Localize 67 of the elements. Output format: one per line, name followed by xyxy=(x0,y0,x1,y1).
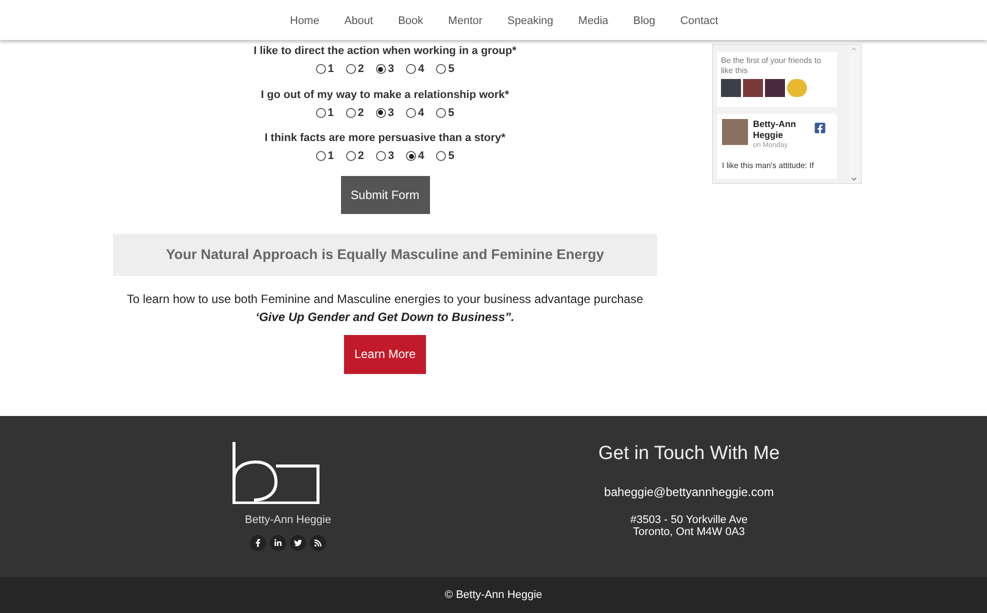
friends-text: Be the first of your friends to like this xyxy=(721,56,822,76)
avatar-placeholder xyxy=(722,119,748,145)
radio-button[interactable] xyxy=(346,108,356,118)
radio-button[interactable] xyxy=(406,108,416,118)
radio-button[interactable] xyxy=(436,151,446,162)
radio-button[interactable] xyxy=(316,64,326,74)
friend-photo-placeholder xyxy=(721,79,741,97)
radio-label: 1 xyxy=(328,106,334,120)
radio-label: 1 xyxy=(328,149,334,164)
post-author: Betty-Ann Heggie xyxy=(753,119,797,141)
radio-button[interactable] xyxy=(376,108,386,118)
radio-label: 3 xyxy=(388,62,394,77)
radio-button[interactable] xyxy=(406,64,416,74)
friend-photo-placeholder xyxy=(765,79,785,97)
twitter-icon[interactable] xyxy=(290,534,306,550)
post-text: I like this man's attitude: If xyxy=(722,160,815,172)
radio-button[interactable] xyxy=(406,151,416,162)
scroll-down-icon[interactable] xyxy=(850,175,858,183)
question-text: I like to direct the action when working in a group* xyxy=(254,44,516,59)
brand-name: Betty-Ann Heggie xyxy=(244,513,332,528)
radio-button[interactable] xyxy=(436,108,446,118)
result-heading: Your Natural Approach is Equally Masculine and Feminine Energy xyxy=(166,245,604,264)
learn-more-button[interactable]: Learn More xyxy=(344,334,426,374)
friend-photo-placeholder xyxy=(743,79,763,97)
radio-label: 5 xyxy=(448,62,454,77)
logo-icon xyxy=(232,442,322,504)
radio-button[interactable] xyxy=(376,151,386,162)
scrollbar[interactable] xyxy=(849,45,859,183)
nav-link[interactable]: Contact xyxy=(680,12,718,30)
address-line: Toronto, Ont M4W 0A3 xyxy=(633,526,745,538)
radio-button[interactable] xyxy=(316,108,326,118)
contact-heading: Get in Touch With Me xyxy=(598,442,780,466)
email-link[interactable]: baheggie@bettyannheggie.com xyxy=(604,482,774,500)
radio-button[interactable] xyxy=(316,151,326,162)
copyright-text: © Betty-Ann Heggie xyxy=(444,588,542,603)
nav-link[interactable]: Book xyxy=(398,12,424,30)
radio-label: 5 xyxy=(448,149,454,164)
question-text: I go out of my way to make a relationship work* xyxy=(260,88,510,102)
linkedin-icon[interactable] xyxy=(270,534,286,550)
radio-label: 4 xyxy=(418,106,424,120)
facebook-icon xyxy=(814,122,826,134)
friend-photo-placeholder xyxy=(787,79,807,97)
nav-link[interactable]: Mentor xyxy=(448,12,482,30)
nav-link[interactable]: Home xyxy=(290,12,320,30)
radio-label: 3 xyxy=(388,106,394,120)
radio-label: 2 xyxy=(358,106,364,120)
rss-icon[interactable] xyxy=(310,534,326,550)
address-line: #3503 - 50 Yorkville Ave xyxy=(630,514,748,526)
radio-label: 1 xyxy=(328,62,334,77)
radio-label: 3 xyxy=(388,149,394,164)
radio-label: 2 xyxy=(358,62,364,77)
nav-link[interactable]: About xyxy=(344,12,374,30)
radio-label: 4 xyxy=(418,149,424,164)
radio-button[interactable] xyxy=(436,64,446,74)
radio-label: 2 xyxy=(358,149,364,164)
facebook-icon[interactable] xyxy=(250,534,266,550)
radio-label: 5 xyxy=(448,106,454,120)
result-paragraph: To learn how to use both Feminine and Masculine energies to your business advantage purchase ‘Give Up Gender and Get Down to Business”. xyxy=(126,290,644,326)
radio-button[interactable] xyxy=(376,64,386,74)
radio-button[interactable] xyxy=(346,64,356,74)
radio-label: 4 xyxy=(418,62,424,77)
question-text: I think facts are more persuasive than a story* xyxy=(264,131,506,146)
nav-link[interactable]: Blog xyxy=(633,12,656,30)
nav-link[interactable]: Media xyxy=(578,12,608,30)
radio-button[interactable] xyxy=(346,151,356,162)
submit-button[interactable]: Submit Form xyxy=(340,176,430,214)
nav-link[interactable]: Speaking xyxy=(507,12,554,30)
